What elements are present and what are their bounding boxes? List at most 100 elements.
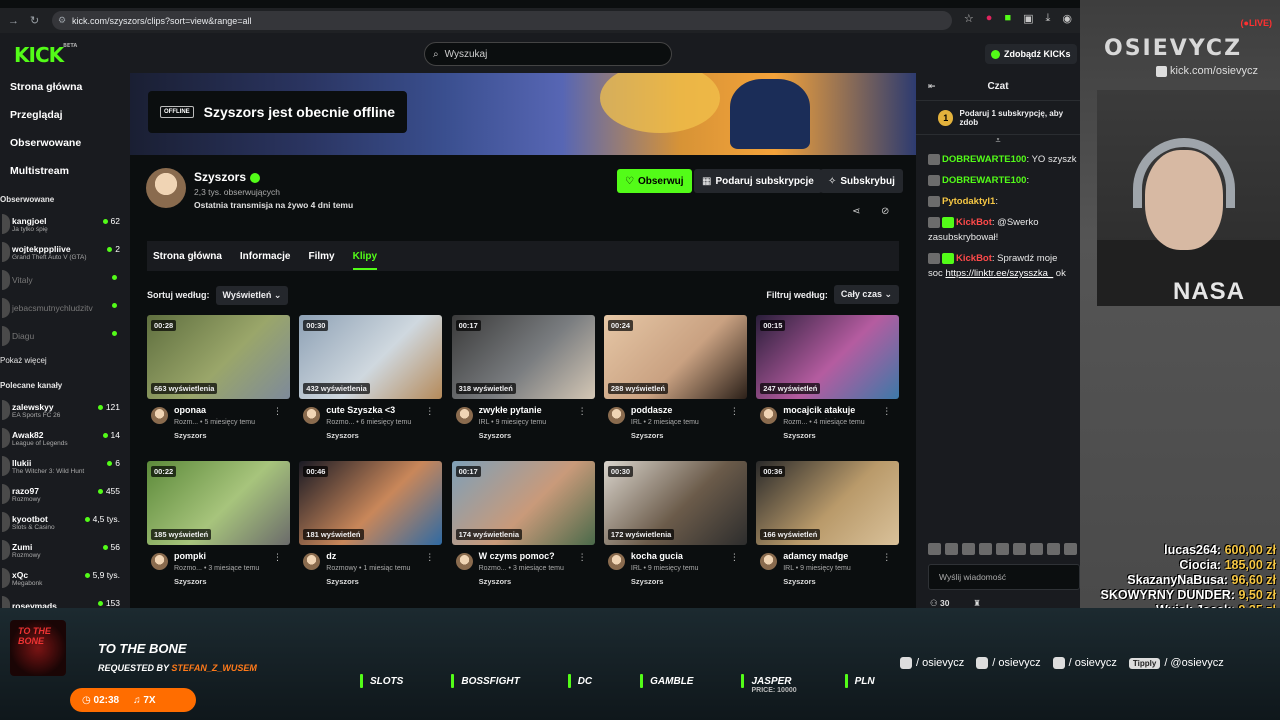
clip-channel[interactable]: Szyszors (479, 431, 512, 440)
sort-dropdown[interactable]: Wyświetleń ⌄ (215, 285, 289, 305)
clip-thumbnail[interactable]: 00:30 172 wyświetlenia (603, 461, 747, 545)
clip-title[interactable]: mocajcik atakuje (783, 405, 855, 415)
clip-channel-avatar[interactable] (607, 553, 625, 570)
chat-link[interactable]: https://linktr.ee/szysszka_ (945, 268, 1053, 279)
clip-channel-avatar[interactable] (760, 553, 778, 570)
chat-username[interactable]: KickBot (956, 217, 992, 228)
chat-username[interactable]: KickBot (956, 253, 992, 264)
sidebar-nav-item[interactable]: Multistream (0, 157, 130, 185)
clip-card[interactable]: 00:17 318 wyświetleń zwykłe pytanie IRL … (451, 315, 595, 450)
tab-clips[interactable]: Klipy (352, 251, 378, 270)
clip-title[interactable]: poddasze (631, 405, 673, 415)
sidebar-nav-item[interactable]: Strona główna (0, 73, 130, 101)
sidebar-nav-item[interactable]: Przeglądaj (0, 101, 130, 129)
extension-icon[interactable]: ■ (1004, 12, 1011, 25)
profile-icon[interactable]: ◉ (1062, 12, 1072, 25)
chat-username[interactable]: DOBREWARTE100 (942, 175, 1026, 186)
clip-title[interactable]: dz (326, 551, 336, 561)
more-options-icon[interactable]: ⋮ (882, 552, 891, 563)
forward-icon[interactable]: → (8, 15, 22, 27)
clip-title[interactable]: zwykłe pytanie (479, 405, 542, 415)
clip-title[interactable]: W czyms pomoc? (479, 551, 555, 561)
clip-channel-avatar[interactable] (303, 553, 321, 570)
tab-videos[interactable]: Filmy (308, 251, 334, 262)
filter-dropdown[interactable]: Cały czas ⌄ (833, 285, 899, 304)
clip-channel[interactable]: Szyszors (783, 431, 816, 440)
search-input[interactable]: ⌕ Wyszukaj (424, 42, 672, 66)
clip-title[interactable]: oponaa (174, 405, 206, 415)
chat-username[interactable]: Pytodaktyl1 (942, 196, 995, 207)
clip-channel-avatar[interactable] (303, 407, 321, 424)
clip-channel-avatar[interactable] (607, 407, 625, 424)
clip-channel[interactable]: Szyszors (174, 431, 207, 440)
clip-channel[interactable]: Szyszors (326, 577, 359, 586)
sidebar-channel[interactable]: Vitaly (0, 266, 130, 294)
sidebar-nav-item[interactable]: Obserwowane (0, 129, 130, 157)
sidebar-channel[interactable]: zalewskyy EA Sports FC 26 121 (0, 396, 130, 424)
tab-home[interactable]: Strona główna (153, 251, 222, 262)
clip-card[interactable]: 00:36 166 wyświetleń adamcy madge IRL • … (756, 461, 900, 596)
tab-about[interactable]: Informacje (240, 251, 291, 262)
sidebar-channel[interactable]: razo97 Rozmowy 455 (0, 480, 130, 508)
download-icon[interactable]: ⤓ (1046, 12, 1051, 25)
clip-thumbnail[interactable]: 00:22 185 wyświetleń (147, 461, 290, 545)
clip-card[interactable]: 00:28 663 wyświetlenia oponaa Rozm... • … (147, 315, 290, 450)
clip-title[interactable]: kocha gucia (631, 551, 683, 561)
gift-subs-button[interactable]: ▦ Podaruj subskrypcje (694, 169, 822, 193)
more-options-icon[interactable]: ⋮ (730, 406, 739, 417)
clip-thumbnail[interactable]: 00:36 166 wyświetleń (756, 461, 900, 545)
extension-icon[interactable]: ● (986, 12, 993, 25)
clip-card[interactable]: 00:46 181 wyświetleń dz Rozmowy • 1 mies… (299, 461, 443, 596)
get-kicks-button[interactable]: Zdobądź KICKs (985, 44, 1077, 64)
clip-card[interactable]: 00:30 172 wyświetlenia kocha gucia IRL •… (603, 461, 747, 596)
clip-channel[interactable]: Szyszors (631, 577, 664, 586)
clip-card[interactable]: 00:30 432 wyświetlenia cute Szyszka <3 R… (299, 315, 443, 450)
emote-bar[interactable] (928, 543, 1080, 555)
clip-card[interactable]: 00:17 174 wyświetlenia W czyms pomoc? Ro… (451, 461, 595, 596)
clip-channel[interactable]: Szyszors (479, 577, 512, 586)
clip-thumbnail[interactable]: 00:15 247 wyświetleń (756, 315, 900, 399)
clip-channel-avatar[interactable] (151, 553, 168, 570)
clip-thumbnail[interactable]: 00:24 288 wyświetleń (603, 315, 747, 399)
more-options-icon[interactable]: ⋮ (273, 406, 282, 417)
clip-thumbnail[interactable]: 00:46 181 wyświetleń (299, 461, 443, 545)
reload-icon[interactable]: ↻ (30, 14, 44, 27)
sidebar-channel[interactable]: jebacsmutnychludzitv (0, 294, 130, 322)
clip-channel[interactable]: Szyszors (783, 577, 816, 586)
subscribe-button[interactable]: ✧ Subskrybuj (820, 169, 903, 193)
extensions-puzzle-icon[interactable]: ▣ (1023, 12, 1033, 25)
hide-icon[interactable]: ⊘ (881, 206, 889, 217)
address-bar[interactable]: ⚙ kick.com/szyszors/clips?sort=view&rang… (52, 11, 952, 30)
clip-channel-avatar[interactable] (760, 407, 778, 424)
collapse-chat-icon[interactable]: ⇤ (928, 81, 936, 92)
gift-sub-promo[interactable]: 1 Podaruj 1 subskrypcję, aby zdob (916, 101, 1080, 135)
clip-channel-avatar[interactable] (455, 553, 473, 570)
sidebar-channel[interactable]: kangjoel Ja tylko śpię 62 (0, 210, 130, 238)
more-options-icon[interactable]: ⋮ (425, 406, 434, 417)
sidebar-channel[interactable]: kyootbot Slots & Casino 4,5 tys. (0, 508, 130, 536)
sidebar-channel[interactable]: wojtekpppliive Grand Theft Auto V (GTA) … (0, 238, 130, 266)
clip-channel[interactable]: Szyszors (174, 577, 207, 586)
clip-title[interactable]: pompki (174, 551, 206, 561)
clip-card[interactable]: 00:22 185 wyświetleń pompki Rozmo... • 3… (147, 461, 290, 596)
kick-logo[interactable]: KICKBETA (14, 43, 77, 67)
sidebar-channel[interactable]: Zumi Rozmowy 56 (0, 536, 130, 564)
clip-thumbnail[interactable]: 00:17 318 wyświetleń (451, 315, 595, 399)
more-options-icon[interactable]: ⋮ (578, 406, 587, 417)
more-options-icon[interactable]: ⋮ (273, 552, 282, 563)
sidebar-channel[interactable]: xQc Megabonk 5,9 tys. (0, 564, 130, 592)
more-options-icon[interactable]: ⋮ (578, 552, 587, 563)
bookmark-star-icon[interactable]: ☆ (964, 12, 974, 25)
more-options-icon[interactable]: ⋮ (730, 552, 739, 563)
clip-title[interactable]: cute Szyszka <3 (326, 405, 395, 415)
clip-channel[interactable]: Szyszors (631, 431, 664, 440)
clip-thumbnail[interactable]: 00:28 663 wyświetlenia (147, 315, 290, 399)
more-options-icon[interactable]: ⋮ (425, 552, 434, 563)
clip-channel[interactable]: Szyszors (326, 431, 359, 440)
show-more-link[interactable]: Pokaż więcej (0, 350, 130, 371)
clip-channel-avatar[interactable] (151, 407, 168, 424)
clip-thumbnail[interactable]: 00:30 432 wyświetlenia (299, 315, 443, 399)
clip-thumbnail[interactable]: 00:17 174 wyświetlenia (451, 461, 595, 545)
channel-avatar[interactable] (146, 168, 186, 208)
follow-button[interactable]: ♡ Obserwuj (617, 169, 692, 193)
